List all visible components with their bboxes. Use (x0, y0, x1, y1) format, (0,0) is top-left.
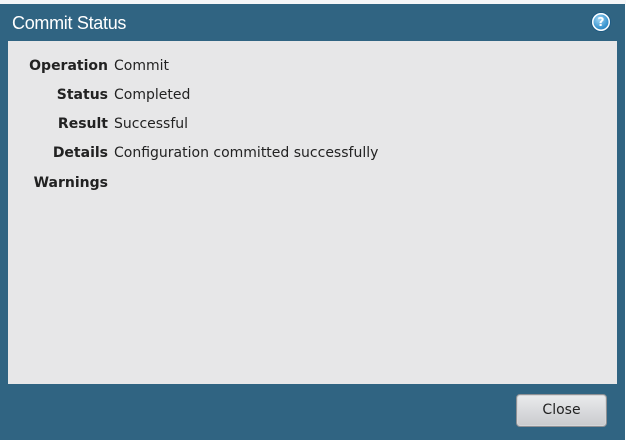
operation-value: Commit (114, 58, 169, 74)
status-label: Status (56, 87, 108, 103)
details-label: Details (52, 145, 108, 161)
status-value: Completed (114, 87, 191, 103)
details-value: Configuration committed successfully (114, 145, 379, 161)
detail-row-warnings: Warnings (8, 175, 608, 195)
dialog-footer: Close (0, 384, 625, 440)
dialog-content: Operation Commit Status Completed Result… (8, 41, 617, 384)
detail-row-result: Result Successful (8, 116, 608, 136)
detail-row-details: Details Configuration committed successf… (8, 145, 608, 165)
commit-status-dialog: Commit Status ? Operation Commit Status … (0, 4, 625, 440)
detail-row-operation: Operation Commit (8, 58, 608, 78)
result-value: Successful (114, 116, 189, 132)
operation-label: Operation (29, 58, 108, 74)
result-label: Result (57, 116, 108, 132)
close-button[interactable]: Close (516, 394, 607, 427)
detail-row-status: Status Completed (8, 87, 608, 107)
warnings-label: Warnings (33, 175, 108, 191)
dialog-title: Commit Status (12, 13, 127, 33)
help-icon[interactable]: ? (592, 13, 610, 31)
dialog-titlebar[interactable]: Commit Status ? (0, 4, 625, 41)
